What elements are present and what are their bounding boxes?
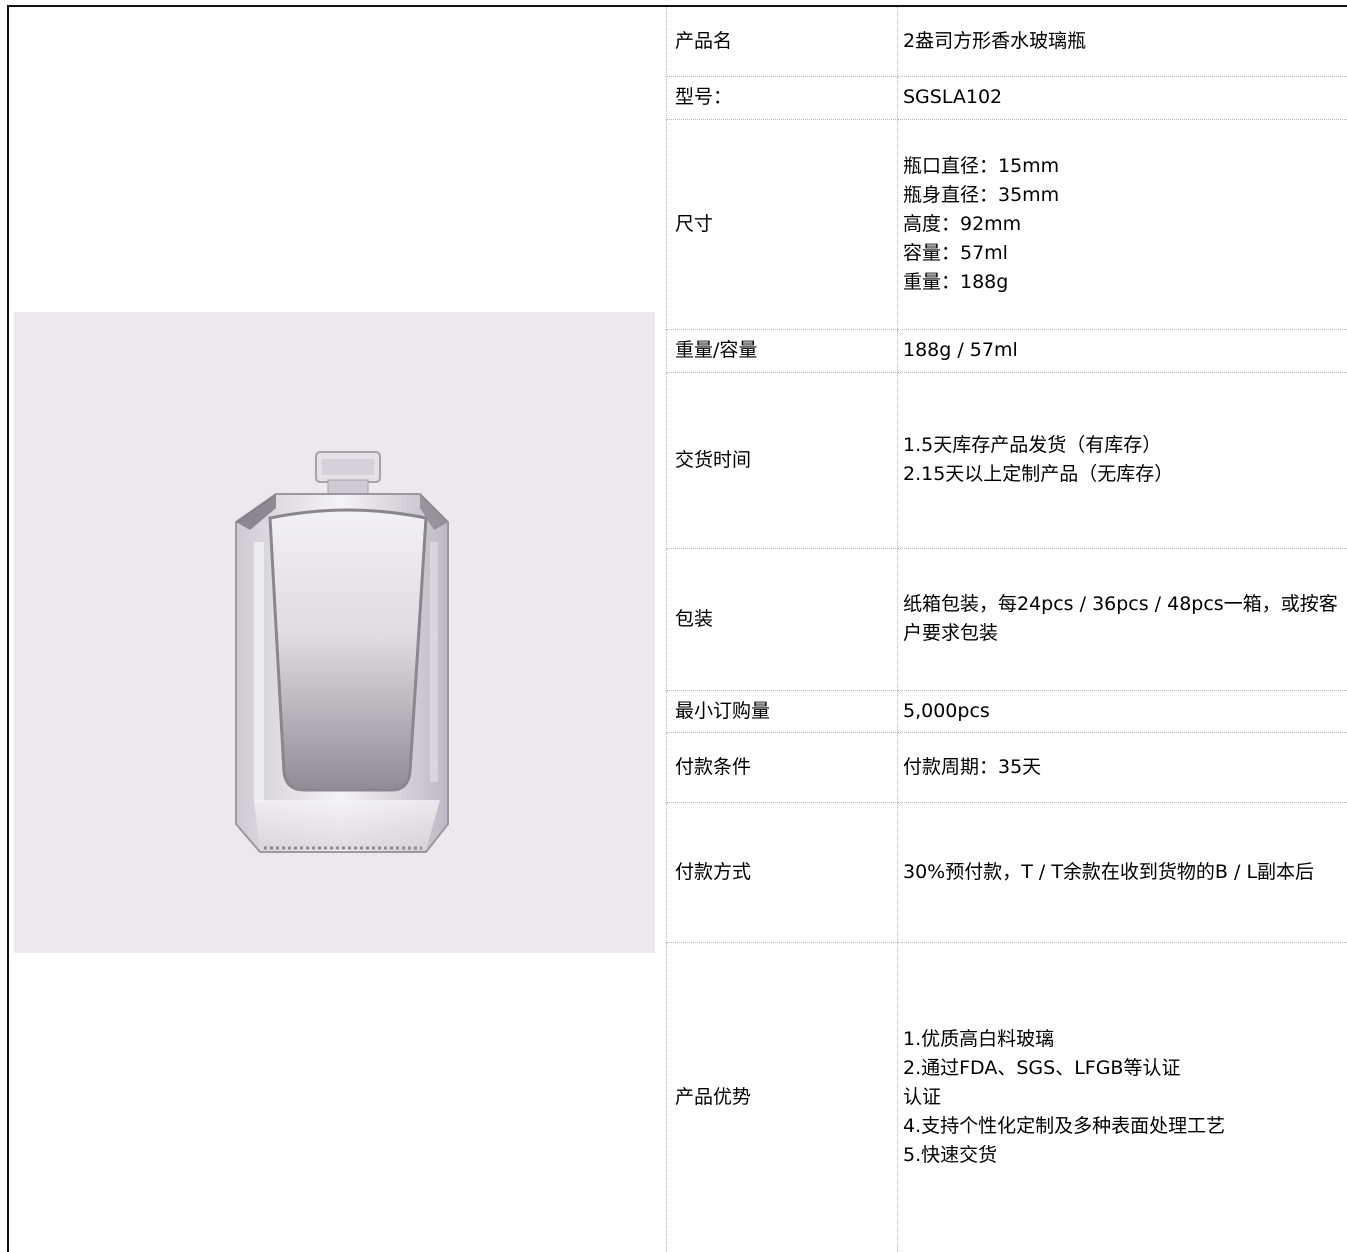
product-image [14, 312, 655, 953]
spec-value-line: 付款周期：35天 [903, 755, 1042, 778]
spec-value-line: 30%预付款，T / T余款在收到货物的B / L副本后 [903, 860, 1315, 883]
spec-label: 最小订购量 [666, 690, 898, 733]
spec-value: 瓶口直径：15mm 瓶身直径：35mm 高度：92mm 容量：57ml 重量：188g [897, 119, 1347, 330]
spec-row: 交货时间 1.5天库存产品发货（有库存） 2.15天以上定制产品（无库存） [666, 372, 1347, 549]
spec-value-line: 纸箱包装，每24pcs / 36pcs / 48pcs一箱，或按客户要求包装 [903, 593, 1338, 644]
spec-value-line: 容量：57ml [903, 241, 1008, 264]
spec-label: 产品优势 [666, 942, 898, 1252]
spec-value-line: 瓶身直径：35mm [903, 183, 1060, 206]
spec-label: 重量/容量 [666, 329, 898, 373]
spec-value-line: 2.通过FDA、SGS、LFGB等认证 [903, 1056, 1181, 1079]
spec-value-line: 5,000pcs [903, 699, 990, 722]
spec-value-line: 2盎司方形香水玻璃瓶 [903, 29, 1087, 52]
spec-row: 最小订购量 5,000pcs [666, 690, 1347, 733]
spec-label: 付款条件 [666, 732, 898, 803]
spec-row: 付款方式 30%预付款，T / T余款在收到货物的B / L副本后 [666, 802, 1347, 943]
spec-value-line: 188g / 57ml [903, 339, 1018, 361]
spec-value-line: 认证 [903, 1085, 942, 1108]
spec-value-line: 4.支持个性化定制及多种表面处理工艺 [903, 1114, 1226, 1137]
spec-row: 产品优势 1.优质高白料玻璃 2.通过FDA、SGS、LFGB等认证 认证 4.支持个性… [666, 942, 1347, 1252]
spec-value: 30%预付款，T / T余款在收到货物的B / L副本后 [897, 802, 1347, 943]
spec-value: 纸箱包装，每24pcs / 36pcs / 48pcs一箱，或按客户要求包装 [897, 548, 1347, 691]
spec-value-line: 高度：92mm [903, 212, 1022, 235]
spec-row: 重量/容量 188g / 57ml [666, 329, 1347, 373]
spec-table: 产品名 2盎司方形香水玻璃瓶 型号： SGSLA102 尺寸 瓶口直径：15mm 瓶身直径：… [666, 7, 1347, 1252]
spec-value: 1.5天库存产品发货（有库存） 2.15天以上定制产品（无库存） [897, 372, 1347, 549]
spec-value-line: 2.15天以上定制产品（无库存） [903, 463, 1174, 485]
spec-value-line: 1.5天库存产品发货（有库存） [903, 434, 1162, 456]
spec-value-line: 5.快速交货 [903, 1143, 998, 1166]
spec-row: 包装 纸箱包装，每24pcs / 36pcs / 48pcs一箱，或按客户要求包装 [666, 548, 1347, 691]
spec-label: 产品名 [666, 7, 898, 77]
spec-value: SGSLA102 [897, 76, 1347, 120]
spec-value: 1.优质高白料玻璃 2.通过FDA、SGS、LFGB等认证 认证 4.支持个性化定制及… [897, 942, 1347, 1252]
spec-value: 5,000pcs [897, 690, 1347, 733]
spec-row: 尺寸 瓶口直径：15mm 瓶身直径：35mm 高度：92mm 容量：57ml 重量：188… [666, 119, 1347, 330]
spec-value: 188g / 57ml [897, 329, 1347, 373]
spec-row: 产品名 2盎司方形香水玻璃瓶 [666, 7, 1347, 77]
spec-value: 2盎司方形香水玻璃瓶 [897, 7, 1347, 77]
perfume-bottle-icon [235, 451, 449, 853]
spec-row: 型号： SGSLA102 [666, 76, 1347, 120]
spec-value-line: 1.优质高白料玻璃 [903, 1027, 1055, 1050]
spec-label: 型号： [666, 76, 898, 120]
spec-value-line: 瓶口直径：15mm [903, 154, 1060, 177]
spec-label: 付款方式 [666, 802, 898, 943]
spec-value-line: 重量：188g [903, 270, 1009, 293]
spec-label: 尺寸 [666, 119, 898, 330]
spec-label: 包装 [666, 548, 898, 691]
spec-label: 交货时间 [666, 372, 898, 549]
spec-value-line: SGSLA102 [903, 86, 1003, 108]
spec-value: 付款周期：35天 [897, 732, 1347, 803]
spec-row: 付款条件 付款周期：35天 [666, 732, 1347, 803]
